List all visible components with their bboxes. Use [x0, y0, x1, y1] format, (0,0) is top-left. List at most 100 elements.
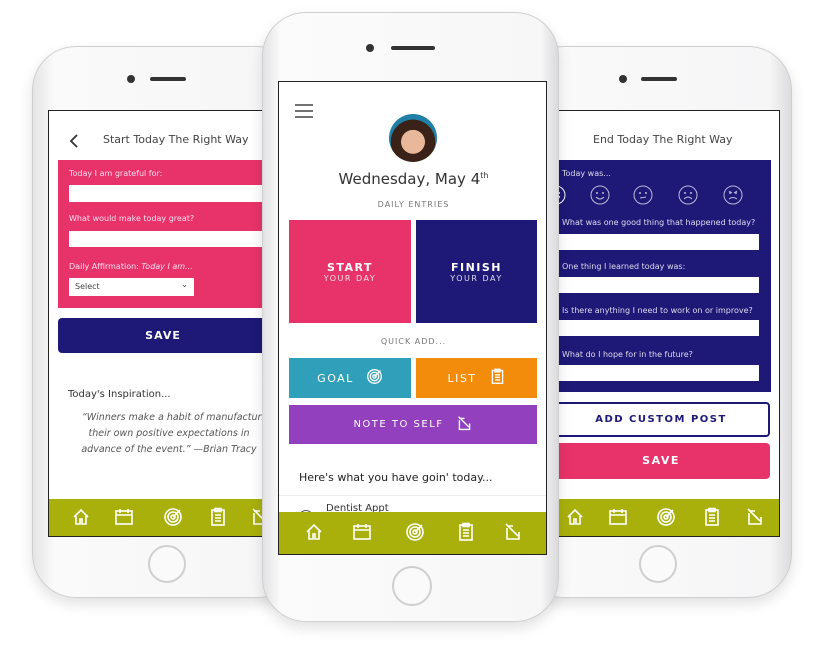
today-was-label: Today was...	[562, 169, 611, 178]
tab-bar	[279, 512, 546, 554]
start-title: START	[326, 260, 374, 274]
tab-target[interactable]	[163, 507, 183, 531]
grateful-input[interactable]	[69, 185, 287, 202]
clipboard-icon	[491, 368, 503, 384]
improve-input[interactable]	[542, 320, 759, 336]
center-screen: Wednesday, May 4th DAILY ENTRIES START Y…	[278, 81, 547, 555]
tab-calendar[interactable]	[608, 507, 628, 531]
tab-note[interactable]	[745, 507, 765, 531]
target-icon	[406, 523, 424, 541]
inspiration-title: Today's Inspiration...	[68, 389, 171, 400]
good-thing-input[interactable]	[542, 234, 759, 250]
screen-title: End Today The Right Way	[593, 133, 733, 146]
hamburger-menu-icon[interactable]	[295, 104, 313, 118]
date-heading: Wednesday, May 4th	[279, 170, 546, 188]
camera	[619, 75, 627, 83]
list-label: LIST	[447, 371, 477, 385]
inspiration-quote: “Winners make a habit of manufacturing t…	[49, 410, 287, 458]
start-subtitle: YOUR DAY	[323, 273, 377, 283]
question-label: Is there anything I need to work on or i…	[562, 306, 753, 315]
home-button[interactable]	[639, 545, 677, 583]
mood-happy-icon[interactable]	[590, 185, 610, 205]
great-label: What would make today great?	[69, 214, 195, 223]
select-value: Select	[75, 282, 100, 291]
evening-form-panel: Today was... What was one good thing tha…	[542, 160, 771, 392]
tab-home[interactable]	[71, 507, 91, 531]
tab-target[interactable]	[405, 522, 425, 546]
goal-label: GOAL	[317, 371, 354, 385]
finish-subtitle: YOUR DAY	[450, 273, 503, 283]
clipboard-icon-wrap	[489, 368, 506, 388]
target-icon-wrap	[366, 368, 383, 388]
clipboard-icon	[459, 522, 473, 541]
quote-line: their own positive expectations in	[88, 428, 250, 439]
tab-calendar[interactable]	[114, 507, 134, 531]
home-icon	[306, 523, 322, 540]
right-phone: End Today The Right Way Today was... Wha…	[520, 46, 792, 598]
note-icon	[457, 415, 470, 430]
tab-clipboard[interactable]	[702, 507, 722, 531]
affirmation-label: Daily Affirmation: Today I am...	[69, 262, 193, 271]
tab-bar	[49, 499, 287, 536]
note-icon	[505, 523, 520, 540]
calendar-icon	[115, 508, 133, 525]
calendar-icon	[609, 508, 627, 525]
tab-bar	[542, 499, 779, 536]
tab-clipboard[interactable]	[208, 507, 228, 531]
question-label: One thing I learned today was:	[562, 262, 686, 271]
calendar-icon	[353, 524, 371, 540]
daily-entries-label: DAILY ENTRIES	[377, 200, 450, 209]
home-icon	[73, 508, 89, 525]
center-phone: Wednesday, May 4th DAILY ENTRIES START Y…	[262, 12, 559, 622]
mood-neutral-icon[interactable]	[633, 185, 653, 205]
target-icon	[164, 507, 182, 526]
great-input[interactable]	[69, 231, 287, 247]
save-button[interactable]: SAVE	[552, 443, 770, 479]
right-screen: End Today The Right Way Today was... Wha…	[541, 110, 780, 537]
avatar[interactable]	[389, 114, 437, 162]
future-input[interactable]	[542, 365, 759, 381]
home-button[interactable]	[148, 545, 186, 583]
start-your-day-button[interactable]: START YOUR DAY	[289, 220, 411, 323]
tab-note[interactable]	[503, 522, 523, 546]
agenda-heading: Here's what you have goin' today...	[299, 471, 493, 484]
affirmation-text: Daily Affirmation:	[69, 262, 139, 271]
tab-target[interactable]	[656, 507, 676, 531]
screen-title: Start Today The Right Way	[103, 133, 249, 146]
back-chevron-icon[interactable]	[69, 134, 79, 148]
note-label: NOTE TO SELF	[353, 419, 444, 430]
note-icon	[747, 507, 762, 525]
speaker	[150, 77, 186, 81]
tab-home[interactable]	[565, 507, 585, 531]
tab-home[interactable]	[304, 522, 324, 546]
quote-line: “Winners make a habit of manufacturing	[81, 412, 277, 423]
date-text: Wednesday, May 4	[338, 170, 481, 188]
tab-clipboard[interactable]	[456, 522, 476, 546]
question-label: What do I hope for in the future?	[562, 350, 693, 359]
learned-input[interactable]	[542, 277, 759, 293]
goal-button[interactable]: GOAL	[289, 358, 411, 398]
mood-sad-icon[interactable]	[678, 185, 698, 205]
finish-your-day-button[interactable]: FINISH YOUR DAY	[416, 220, 537, 323]
divider	[279, 495, 546, 496]
question-label: What was one good thing that happened to…	[562, 218, 756, 227]
finish-title: FINISH	[450, 260, 503, 274]
target-icon	[657, 507, 675, 526]
date-suffix: th	[480, 171, 489, 180]
note-to-self-button[interactable]: NOTE TO SELF	[289, 405, 537, 444]
home-icon	[567, 508, 583, 525]
morning-form-panel: Today I am grateful for: What would make…	[58, 160, 287, 308]
grateful-label: Today I am grateful for:	[69, 169, 163, 178]
note-icon-wrap	[456, 415, 473, 435]
affirmation-select[interactable]: Select ⌄	[69, 278, 194, 296]
camera	[127, 75, 135, 83]
tab-calendar[interactable]	[352, 522, 372, 546]
add-custom-post-button[interactable]: ADD CUSTOM POST	[552, 402, 770, 437]
mood-angry-icon[interactable]	[723, 185, 743, 205]
camera	[366, 44, 374, 52]
left-screen: Start Today The Right Way Today I am gra…	[48, 110, 288, 537]
list-button[interactable]: LIST	[416, 358, 537, 398]
save-button[interactable]: SAVE	[58, 318, 287, 353]
target-icon	[366, 369, 382, 384]
home-button[interactable]	[392, 566, 432, 606]
